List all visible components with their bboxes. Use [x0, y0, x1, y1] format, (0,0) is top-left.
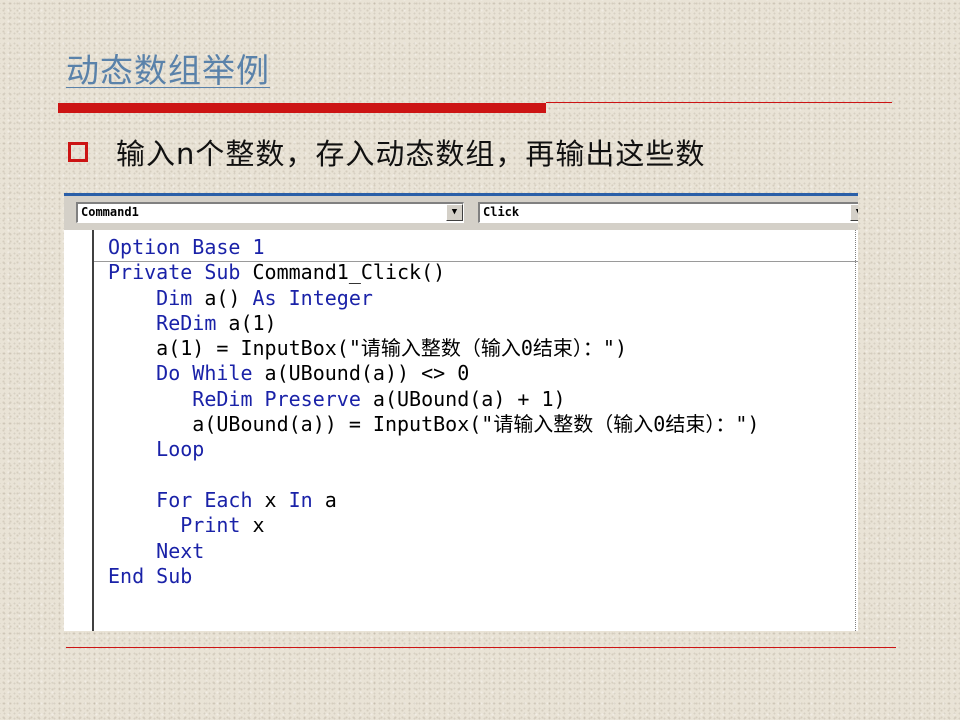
scrollbar-edge	[855, 230, 858, 631]
code-keyword: For Each	[156, 487, 265, 512]
code-line[interactable]: Private Sub Command1_Click()	[108, 260, 759, 285]
code-text: x	[252, 513, 265, 538]
combo-toolbar: Command1 ▼ Click ▼	[64, 196, 858, 230]
code-keyword: Print	[180, 513, 253, 538]
vb-code-window: Command1 ▼ Click ▼ Option Base 1Private …	[64, 193, 858, 631]
code-text: Command1_Click()	[252, 260, 446, 285]
code-lines[interactable]: Option Base 1 Private Sub Command1_Click(…	[108, 235, 759, 589]
code-text: a(1)	[228, 310, 277, 335]
code-text: a(UBound(a) + 1)	[372, 386, 566, 411]
code-text: a	[324, 487, 337, 512]
code-text: a(1) = InputBox("请输入整数（输入0结束）：")	[108, 336, 627, 361]
code-margin[interactable]	[64, 230, 94, 631]
code-line[interactable]: a(UBound(a)) = InputBox("请输入整数（输入0结束）：")	[108, 412, 759, 437]
code-line[interactable]: Loop	[108, 437, 759, 462]
code-line[interactable]: ReDim Preserve a(UBound(a) + 1)	[108, 387, 759, 412]
code-editor[interactable]: Option Base 1 Private Sub Command1_Click(…	[64, 230, 858, 631]
code-keyword: In	[288, 487, 325, 512]
code-keyword: End Sub	[108, 563, 193, 588]
code-keyword: ReDim	[156, 310, 229, 335]
code-line[interactable]	[108, 463, 759, 488]
chevron-down-icon[interactable]: ▼	[446, 204, 463, 221]
code-keyword: Option Base 1	[108, 235, 265, 259]
code-line[interactable]: Print x	[108, 513, 759, 538]
code-keyword: Do While	[156, 361, 265, 386]
code-text: a(UBound(a)) <> 0	[264, 361, 470, 386]
procedure-combo-value: Click	[483, 205, 520, 219]
code-keyword: ReDim Preserve	[192, 386, 373, 411]
code-keyword: As Integer	[252, 285, 373, 310]
code-text: a()	[204, 285, 253, 310]
code-keyword: Private Sub	[108, 260, 253, 285]
title-underline-bar	[58, 103, 546, 113]
slide-title: 动态数组举例	[66, 51, 270, 90]
code-line[interactable]: a(1) = InputBox("请输入整数（输入0结束）：")	[108, 336, 759, 361]
code-line[interactable]: Next	[108, 539, 759, 564]
code-line[interactable]: Option Base 1	[108, 235, 759, 260]
square-bullet-icon	[68, 142, 88, 162]
code-keyword: Dim	[156, 285, 205, 310]
code-text: a(UBound(a)) = InputBox("请输入整数（输入0结束）：")	[108, 412, 760, 437]
bullet-text: 输入n个整数，存入动态数组，再输出这些数	[116, 137, 706, 171]
procedure-combo[interactable]: Click ▼	[478, 202, 858, 223]
code-keyword: Loop	[156, 437, 205, 462]
code-line[interactable]: ReDim a(1)	[108, 311, 759, 336]
code-text: x	[264, 487, 289, 512]
object-combo[interactable]: Command1 ▼	[76, 202, 464, 223]
code-line[interactable]: For Each x In a	[108, 488, 759, 513]
footer-rule	[66, 647, 896, 648]
code-line[interactable]: End Sub	[108, 564, 759, 589]
title-underline-rule	[546, 102, 892, 103]
code-keyword: Next	[156, 538, 205, 563]
chevron-down-icon[interactable]: ▼	[850, 204, 858, 221]
bullet-item: 输入n个整数，存入动态数组，再输出这些数	[68, 130, 705, 174]
code-line[interactable]: Dim a() As Integer	[108, 286, 759, 311]
code-line[interactable]: Do While a(UBound(a)) <> 0	[108, 361, 759, 386]
object-combo-value: Command1	[81, 205, 139, 219]
